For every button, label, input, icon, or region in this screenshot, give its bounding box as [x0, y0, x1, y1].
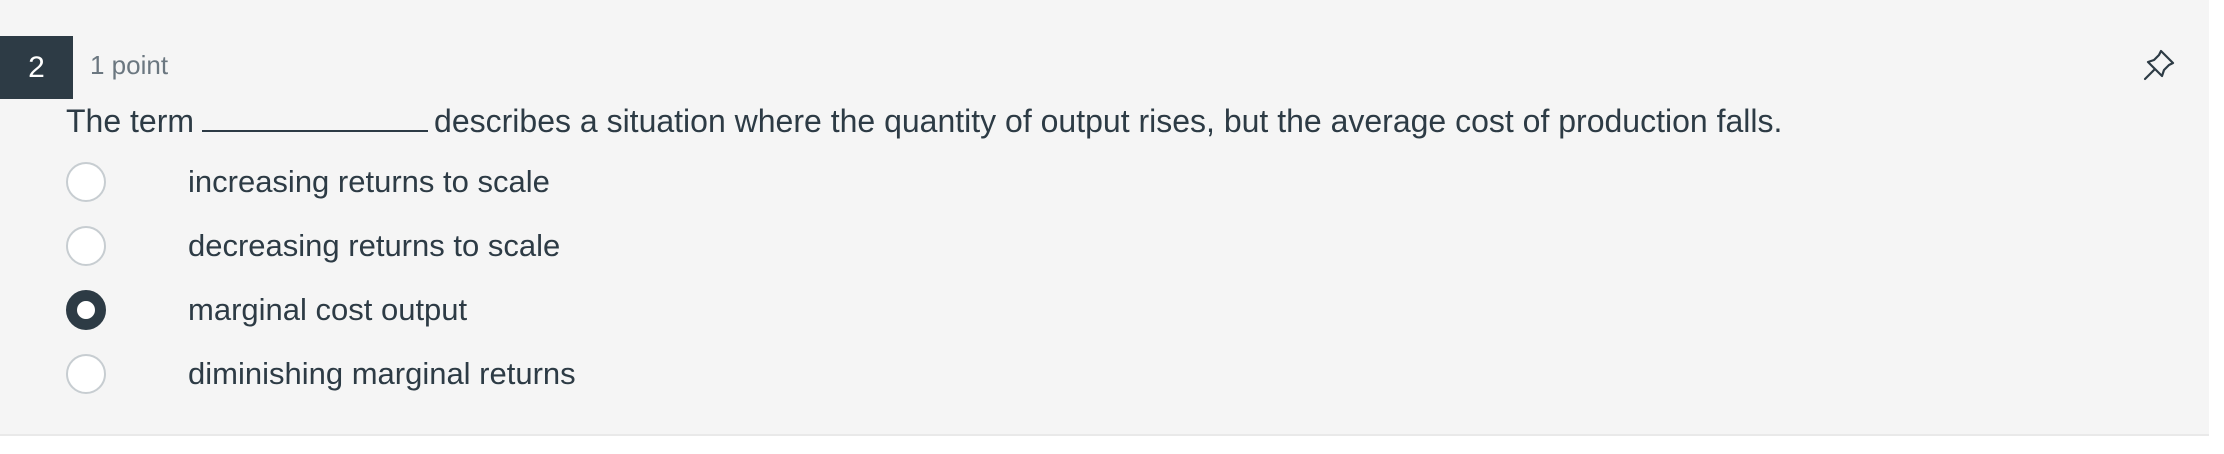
question-points: 1 point: [90, 50, 169, 80]
question-number-badge: 2: [0, 36, 73, 99]
prompt-text-before: The term: [66, 103, 195, 139]
answer-option-label: marginal cost output: [188, 292, 468, 327]
answer-option-label: increasing returns to scale: [188, 164, 550, 199]
pin-icon: [2143, 49, 2175, 81]
question-prompt: The term describes a situation where the …: [66, 100, 1782, 140]
answer-option[interactable]: marginal cost output: [66, 278, 966, 342]
answer-option-label: diminishing marginal returns: [188, 356, 576, 391]
prompt-text-after: describes a situation where the quantity…: [434, 103, 1783, 139]
pin-question-button[interactable]: [2140, 46, 2178, 84]
fill-in-blank: [202, 100, 429, 132]
radio-button[interactable]: [66, 354, 106, 394]
radio-button[interactable]: [66, 226, 106, 266]
answer-option-label: decreasing returns to scale: [188, 228, 561, 263]
answer-option[interactable]: decreasing returns to scale: [66, 214, 966, 278]
radio-button[interactable]: [66, 162, 106, 202]
answer-option[interactable]: diminishing marginal returns: [66, 342, 966, 406]
answer-options: increasing returns to scale decreasing r…: [66, 150, 966, 406]
right-rail: [2209, 0, 2224, 454]
quiz-question: 2 1 point The term describes a situation …: [0, 0, 2209, 436]
answer-option[interactable]: increasing returns to scale: [66, 150, 966, 214]
radio-button[interactable]: [66, 290, 106, 330]
